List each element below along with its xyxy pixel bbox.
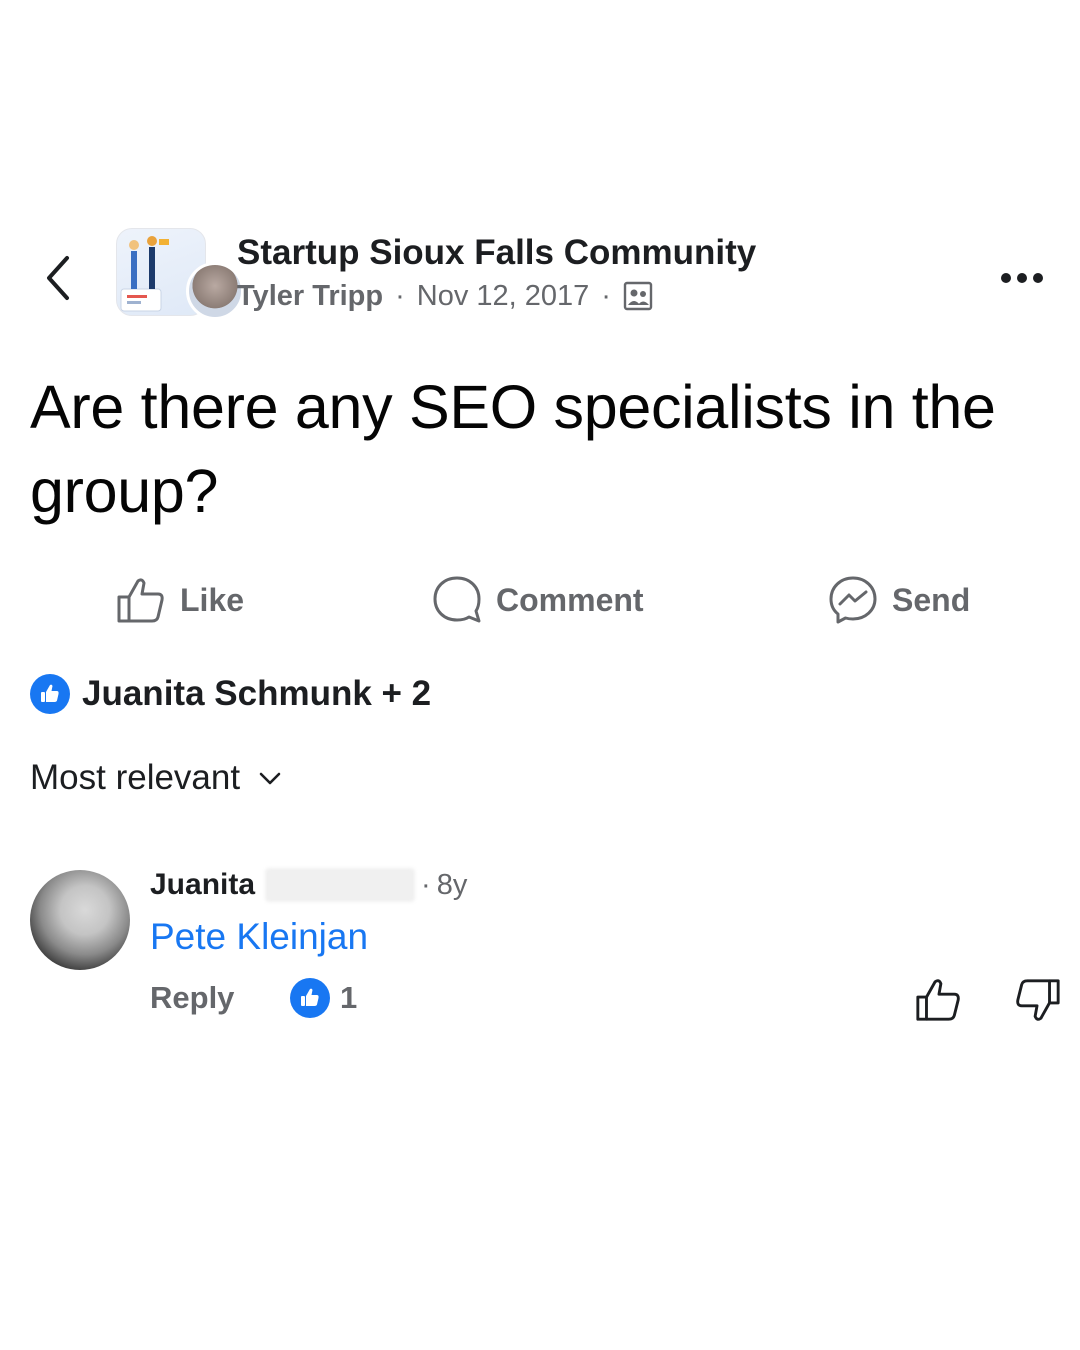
like-label: Like [180, 581, 245, 618]
comment-separator: · [421, 868, 431, 901]
redacted-surname [265, 868, 416, 902]
comment-like-count: 1 [340, 980, 358, 1015]
reaction-names: Juanita Schmunk + 2 [82, 674, 432, 713]
thumbs-down-outline-icon [1016, 979, 1060, 1021]
commenter-avatar[interactable] [30, 870, 130, 970]
chevron-down-icon [259, 772, 281, 785]
post-detail-screen: Startup Sioux Falls Community Tyler Trip… [0, 0, 1080, 1350]
reactions-summary[interactable]: Juanita Schmunk + 2 [30, 674, 431, 714]
more-horizontal-icon-dot [1033, 273, 1043, 283]
post-header: Startup Sioux Falls Community Tyler Trip… [237, 232, 756, 316]
reply-button[interactable]: Reply [150, 980, 234, 1016]
upvote-button[interactable] [914, 976, 962, 1024]
thumbs-up-outline-icon [117, 578, 164, 623]
author-avatar [186, 262, 244, 320]
group-avatar[interactable] [116, 228, 244, 320]
thumbs-up-outline-icon [916, 979, 960, 1021]
comment-sort-dropdown[interactable]: Most relevant [30, 758, 282, 798]
more-options-button[interactable] [990, 258, 1054, 298]
meta-separator: · [395, 280, 405, 312]
group-name[interactable]: Startup Sioux Falls Community [237, 232, 756, 274]
comment-button[interactable]: Comment [432, 572, 644, 628]
post-date[interactable]: Nov 12, 2017 [417, 276, 590, 316]
post-text: Are there any SEO specialists in the gro… [30, 373, 996, 525]
chevron-left-icon [47, 256, 69, 300]
like-reaction-icon [290, 978, 330, 1018]
comment-label: Comment [496, 581, 644, 618]
comment-reactions[interactable]: 1 [290, 978, 357, 1018]
mention-link[interactable]: Pete Kleinjan [150, 916, 368, 958]
comment-header: Juanita · 8y [150, 868, 467, 902]
sort-label: Most relevant [30, 758, 241, 797]
post-meta: Tyler Tripp · Nov 12, 2017 · [237, 276, 756, 316]
more-horizontal-icon [1001, 273, 1011, 283]
send-button[interactable]: Send [828, 572, 970, 628]
meta-separator: · [601, 280, 611, 312]
members-only-icon [623, 281, 653, 311]
speech-bubble-icon [433, 576, 481, 623]
author-name[interactable]: Tyler Tripp [237, 276, 383, 316]
like-button[interactable]: Like [116, 572, 244, 628]
back-button[interactable] [36, 250, 80, 306]
downvote-button[interactable] [1014, 976, 1062, 1024]
like-reaction-icon [30, 674, 70, 714]
commenter-name[interactable]: Juanita [150, 868, 255, 902]
send-label: Send [892, 581, 971, 618]
more-horizontal-icon-dot [1017, 273, 1027, 283]
messenger-icon [829, 576, 877, 624]
comment-age: 8y [436, 868, 468, 901]
